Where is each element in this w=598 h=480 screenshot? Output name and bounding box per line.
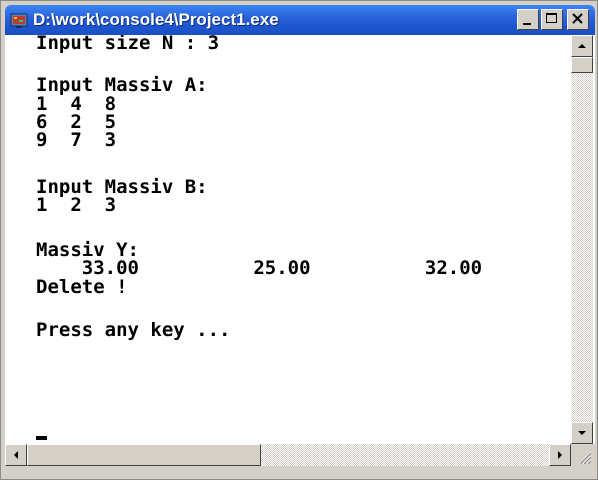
console-app-icon[interactable]	[10, 11, 28, 29]
console-line: Press any key ...	[36, 319, 231, 341]
console-line: Delete !	[36, 276, 128, 298]
vertical-scroll-thumb[interactable]	[571, 57, 593, 73]
console-line: Input Massiv A:	[36, 74, 208, 96]
console-line: 33.00 25.00 32.00	[36, 257, 483, 279]
window-title: D:\work\console4\Project1.exe	[33, 10, 279, 29]
arrow-left-icon	[14, 451, 18, 459]
close-icon	[572, 13, 583, 24]
minimize-button[interactable]	[517, 9, 539, 30]
maximize-button[interactable]	[541, 9, 563, 30]
arrow-down-icon	[578, 431, 586, 435]
horizontal-scrollbar[interactable]	[5, 444, 571, 466]
arrow-right-icon	[558, 451, 562, 459]
title-bar[interactable]: D:\work\console4\Project1.exe	[5, 5, 595, 35]
console-window: D:\work\console4\Project1.exe Input size…	[0, 0, 598, 480]
minimize-icon	[523, 23, 531, 25]
scroll-down-button[interactable]	[571, 422, 593, 444]
arrow-up-icon	[578, 44, 586, 48]
scroll-up-button[interactable]	[571, 35, 593, 57]
console-client-area[interactable]: Input size N : 3 Input Massiv A: 1 4 8 6…	[5, 35, 595, 444]
vertical-scrollbar[interactable]	[571, 35, 593, 444]
console-output: Input size N : 3 Input Massiv A: 1 4 8 6…	[5, 35, 555, 444]
resize-grip-icon	[578, 451, 592, 465]
close-button[interactable]	[567, 9, 589, 30]
console-line: Input size N : 3	[36, 35, 220, 54]
text-cursor	[36, 436, 47, 440]
scroll-right-button[interactable]	[549, 444, 571, 466]
horizontal-scroll-thumb[interactable]	[27, 444, 261, 466]
console-line: 9 7 3	[36, 129, 117, 151]
scroll-left-button[interactable]	[5, 444, 27, 466]
resize-grip[interactable]	[571, 444, 593, 466]
console-line: 1 2 3	[36, 194, 117, 216]
maximize-icon	[546, 13, 557, 23]
